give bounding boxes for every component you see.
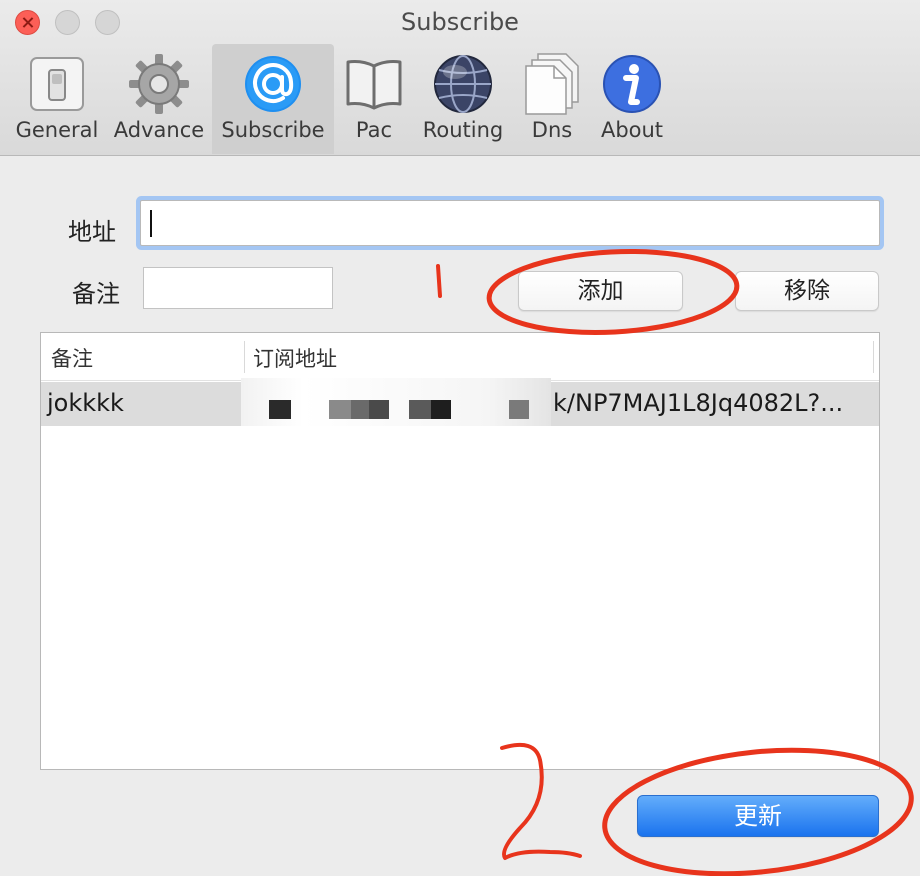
window-title: Subscribe: [401, 8, 519, 36]
row-note-cell: jokkkk: [47, 389, 124, 417]
toolbar-item-routing[interactable]: Routing: [414, 44, 512, 154]
title-bar: Subscribe General Advance Subscribe Pac …: [0, 0, 920, 156]
toolbar-label: Dns: [531, 118, 573, 142]
note-input[interactable]: [143, 267, 333, 309]
toolbar-label: Pac: [355, 118, 393, 142]
preferences-window: Subscribe General Advance Subscribe Pac …: [0, 0, 920, 876]
toolbar-item-about[interactable]: About: [592, 44, 672, 154]
redaction-block: [431, 400, 451, 419]
book-icon: [346, 60, 402, 110]
redaction-block: [369, 400, 389, 419]
table-header: 备注 订阅地址: [41, 333, 879, 381]
toolbar-label: Subscribe: [221, 118, 325, 142]
toolbar-item-dns[interactable]: Dns: [516, 44, 588, 154]
redaction-block: [329, 400, 351, 419]
toolbar-label: Advance: [113, 118, 205, 142]
redaction-block: [509, 400, 529, 419]
redaction-block: [269, 400, 291, 419]
redaction-block: [351, 400, 369, 419]
toolbar-item-advance[interactable]: Advance: [110, 44, 208, 154]
url-label: 地址: [68, 218, 116, 246]
documents-icon: [525, 53, 579, 115]
gear-icon: [129, 54, 189, 114]
toolbar-item-general[interactable]: General: [8, 44, 106, 154]
column-header-url[interactable]: 订阅地址: [253, 343, 337, 373]
row-url-cell: k/NP7MAJ1L8Jq4082L?...: [553, 389, 844, 417]
globe-icon: [434, 55, 492, 113]
update-button[interactable]: 更新: [637, 795, 879, 837]
column-divider[interactable]: [244, 341, 245, 373]
redaction-block: [409, 400, 431, 419]
annotation-mark-1: [436, 264, 442, 298]
column-header-note[interactable]: 备注: [51, 343, 93, 373]
toolbar-item-pac[interactable]: Pac: [338, 44, 410, 154]
info-icon: [603, 55, 661, 113]
remove-button[interactable]: 移除: [735, 271, 879, 311]
url-input[interactable]: [140, 200, 880, 246]
table-row[interactable]: jokkkk k/NP7MAJ1L8Jq4082L?...: [41, 378, 879, 426]
toolbar-label: About: [600, 118, 664, 142]
note-label: 备注: [72, 280, 120, 308]
text-caret: [150, 210, 152, 237]
toolbar-item-subscribe[interactable]: Subscribe: [212, 44, 334, 154]
at-icon: [245, 56, 301, 112]
subscription-table: 备注 订阅地址 jokkkk k/NP7MAJ1L8Jq4082L?...: [40, 332, 880, 770]
column-divider: [873, 341, 874, 373]
toolbar-label: Routing: [422, 118, 504, 142]
toolbar-label: General: [15, 118, 99, 142]
switch-icon: [30, 57, 84, 111]
add-button[interactable]: 添加: [518, 271, 683, 311]
